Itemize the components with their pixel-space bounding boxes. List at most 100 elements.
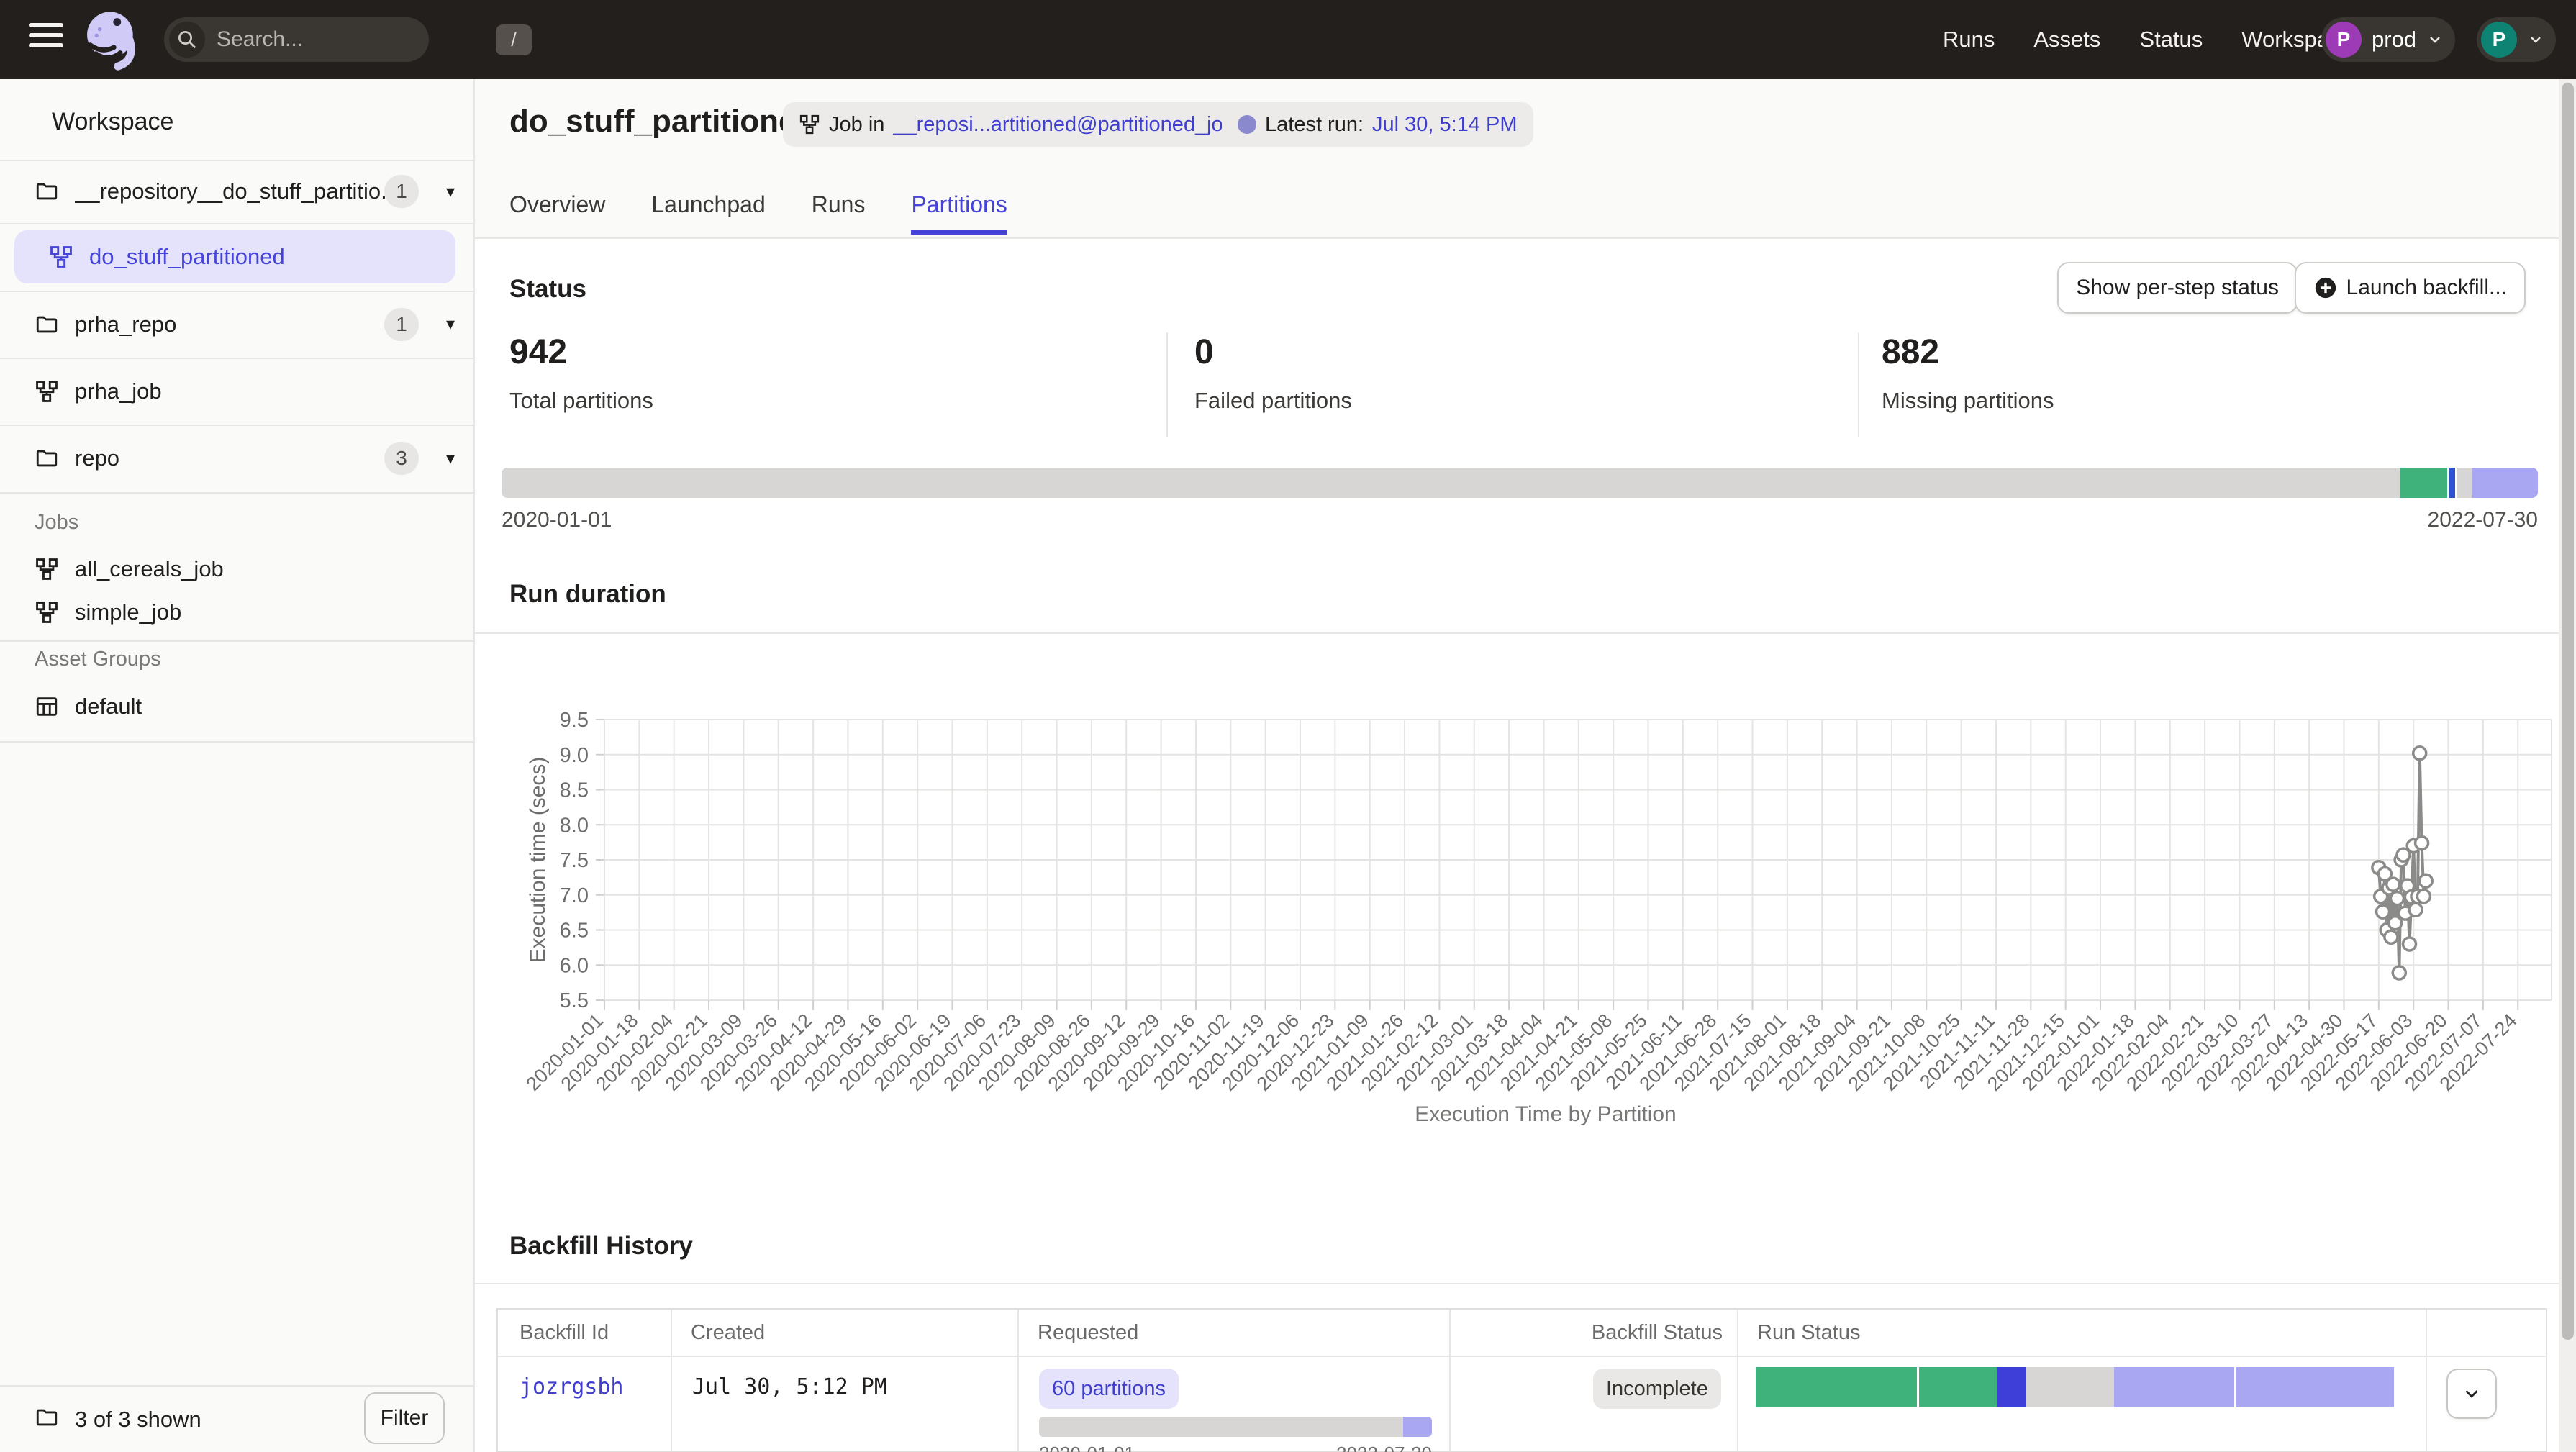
partition-stats: 942Total partitions0Failed partitions882… — [475, 332, 2576, 437]
sidebar-item-label: prha_job — [75, 378, 162, 404]
sidebar-item-label: simple_job — [75, 599, 181, 625]
backfill-id-link[interactable]: jozrgsbh — [520, 1374, 624, 1399]
data-point[interactable] — [2416, 837, 2428, 850]
data-point[interactable] — [2413, 747, 2426, 760]
show-per-step-status-button[interactable]: Show per-step status — [2057, 262, 2298, 314]
sidebar-item-all_cereals_job[interactable]: all_cereals_job — [0, 548, 475, 590]
column-header-created: Created — [671, 1310, 1017, 1356]
nav-link-assets[interactable]: Assets — [2033, 27, 2100, 53]
hamburger-menu-icon[interactable] — [29, 23, 63, 56]
search-box[interactable]: / — [164, 17, 429, 62]
tab-overview[interactable]: Overview — [509, 187, 605, 235]
stat-value: 0 — [1194, 332, 1352, 372]
data-point[interactable] — [2403, 938, 2416, 950]
partition-status-bar[interactable] — [502, 468, 2538, 498]
tab-launchpad[interactable]: Launchpad — [651, 187, 765, 235]
run-status-dot-icon — [1238, 115, 1256, 134]
folder-icon — [35, 178, 60, 204]
workspace-sidebar: Workspace __repository__do_stuff_partiti… — [0, 79, 475, 1452]
section-heading-asset-groups: Asset Groups — [35, 648, 161, 671]
run-status-bar[interactable] — [1756, 1367, 2398, 1407]
sidebar-item-repo[interactable]: repo3▾ — [0, 425, 475, 492]
stat-failed-partitions: 0Failed partitions — [1194, 332, 1352, 414]
svg-text:6.5: 6.5 — [560, 920, 589, 943]
sidebar-divider — [0, 640, 475, 642]
section-heading-jobs: Jobs — [35, 511, 78, 535]
latest-run-link[interactable]: Jul 30, 5:14 PM — [1372, 113, 1518, 137]
column-border — [1737, 1310, 1738, 1451]
scrollbar-thumb[interactable] — [2562, 83, 2574, 1340]
folder-icon — [35, 1405, 59, 1433]
sidebar-item-label: do_stuff_partitioned — [89, 244, 285, 270]
svg-text:9.5: 9.5 — [560, 709, 589, 732]
data-point[interactable] — [2419, 874, 2432, 887]
sidebar-divider — [0, 492, 475, 494]
data-point[interactable] — [2387, 878, 2400, 891]
data-point[interactable] — [2409, 903, 2422, 916]
data-point[interactable] — [2377, 905, 2390, 918]
svg-text:6.0: 6.0 — [560, 954, 589, 977]
stat-label: Missing partitions — [1882, 388, 2054, 414]
requested-partitions-tag[interactable]: 60 partitions — [1039, 1369, 1179, 1409]
sidebar-item-prha-repo[interactable]: prha_repo1▾ — [0, 291, 475, 358]
data-point[interactable] — [2417, 890, 2430, 903]
data-point[interactable] — [2393, 966, 2405, 979]
svg-text:5.5: 5.5 — [560, 989, 589, 1012]
backfill-status-tag: Incomplete — [1593, 1369, 1721, 1409]
tab-runs[interactable]: Runs — [812, 187, 866, 235]
job-origin-badge: Job in __reposi...artitioned@partitioned… — [783, 102, 1279, 147]
data-point[interactable] — [2385, 930, 2398, 943]
sidebar-item-prha-job[interactable]: prha_job — [0, 358, 475, 425]
chevron-down-icon — [2461, 1383, 2482, 1405]
deployment-name: prod — [2372, 27, 2416, 53]
sidebar-item-do-stuff-partitioned[interactable]: do_stuff_partitioned — [14, 230, 455, 283]
column-border — [1449, 1310, 1451, 1451]
stat-value: 942 — [509, 332, 653, 372]
range-start: 2020-01-01 — [502, 508, 612, 532]
stat-missing-partitions: 882Missing partitions — [1882, 332, 2054, 414]
folder-icon — [35, 445, 60, 471]
run-status-segment — [2026, 1367, 2114, 1407]
chevron-down-icon — [2527, 31, 2544, 48]
nav-link-status[interactable]: Status — [2139, 27, 2203, 53]
job-icon — [35, 556, 60, 582]
user-menu[interactable]: P — [2477, 17, 2556, 62]
repo-count-label: 3 of 3 shown — [75, 1407, 201, 1433]
deployment-switcher[interactable]: P prod — [2321, 17, 2455, 62]
run-status-segment — [1756, 1367, 1917, 1407]
sidebar-footer: 3 of 3 shown Filter — [0, 1385, 475, 1452]
requested-bar-segment — [1039, 1417, 1403, 1437]
folder-icon — [35, 312, 60, 337]
svg-text:7.5: 7.5 — [560, 849, 589, 872]
data-point[interactable] — [2390, 892, 2403, 905]
search-input[interactable] — [205, 27, 496, 53]
tab-partitions[interactable]: Partitions — [911, 187, 1007, 235]
sidebar-item-label: all_cereals_job — [75, 556, 224, 582]
sidebar-item--repository-do-stuff-partitio-[interactable]: __repository__do_stuff_partitio...1▾ — [0, 160, 475, 223]
dagster-logo-icon[interactable] — [81, 9, 141, 77]
sidebar-item-default[interactable]: default — [0, 686, 475, 727]
vertical-scrollbar[interactable] — [2559, 79, 2576, 1452]
launch-backfill-button[interactable]: Launch backfill... — [2295, 262, 2526, 314]
data-point[interactable] — [2389, 917, 2402, 930]
run-status-segment — [1919, 1367, 1997, 1407]
partition-bar-segment — [502, 468, 2400, 498]
job-origin-link[interactable]: __reposi...artitioned@partitioned_job — [893, 113, 1234, 137]
caret-down-icon[interactable]: ▾ — [446, 314, 455, 335]
sidebar-item-simple_job[interactable]: simple_job — [0, 591, 475, 633]
column-border — [1017, 1310, 1019, 1451]
filter-button[interactable]: Filter — [364, 1392, 445, 1444]
svg-text:7.0: 7.0 — [560, 884, 589, 907]
job-tabs: Overview Launchpad Runs Partitions — [509, 187, 1007, 239]
caret-down-icon[interactable]: ▾ — [446, 448, 455, 469]
nav-link-runs[interactable]: Runs — [1943, 27, 1995, 53]
svg-text:Execution time (secs): Execution time (secs) — [526, 757, 550, 963]
top-nav-links: RunsAssetsStatusWorkspace — [1943, 0, 2353, 79]
caret-down-icon[interactable]: ▾ — [446, 181, 455, 202]
svg-text:8.5: 8.5 — [560, 779, 589, 802]
expand-row-button[interactable] — [2446, 1369, 2497, 1419]
execution-time-chart: 9.59.08.58.07.57.06.56.05.52020-01-01202… — [475, 676, 2576, 1230]
requested-date-range: 2020-01-01 2022-07-30 — [1039, 1443, 1432, 1452]
sidebar-divider — [0, 741, 475, 743]
sidebar-item-label: repo — [75, 445, 119, 471]
